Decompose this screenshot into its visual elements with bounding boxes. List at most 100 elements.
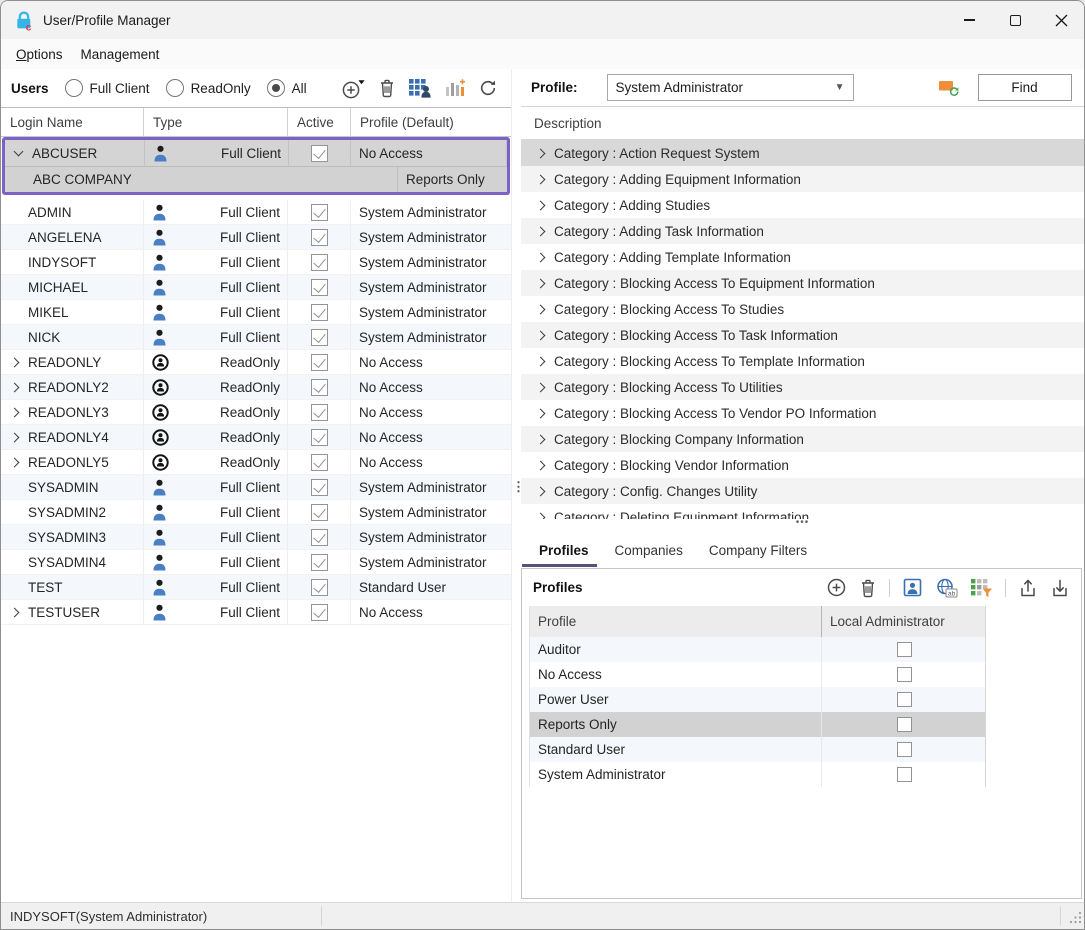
user-row-readonly2[interactable]: READONLY2ReadOnlyNo Access	[1, 375, 511, 400]
category-expander-icon[interactable]	[536, 174, 546, 184]
assign-users-button[interactable]	[408, 78, 432, 98]
user-row-mikel[interactable]: MIKELFull ClientSystem Administrator	[1, 300, 511, 325]
user-row-nick[interactable]: NICKFull ClientSystem Administrator	[1, 325, 511, 350]
category-expander-icon[interactable]	[536, 486, 546, 496]
category-expander-icon[interactable]	[536, 512, 546, 519]
user-row-michael[interactable]: MICHAELFull ClientSystem Administrator	[1, 275, 511, 300]
active-checkbox[interactable]	[311, 604, 328, 621]
row-expander-icon[interactable]	[10, 607, 20, 617]
user-row-test[interactable]: TESTFull ClientStandard User	[1, 575, 511, 600]
user-row-readonly4[interactable]: READONLY4ReadOnlyNo Access	[1, 425, 511, 450]
user-row-sysadmin4[interactable]: SYSADMIN4Full ClientSystem Administrator	[1, 550, 511, 575]
column-header-profile[interactable]: Profile	[530, 606, 822, 637]
category-row-2[interactable]: Category : Adding Studies	[521, 192, 1084, 218]
category-expander-icon[interactable]	[536, 460, 546, 470]
category-row-11[interactable]: Category : Blocking Company Information	[521, 426, 1084, 452]
category-row-13[interactable]: Category : Config. Changes Utility	[521, 478, 1084, 504]
profile-row-system-administrator[interactable]: System Administrator	[530, 762, 985, 787]
active-checkbox[interactable]	[311, 254, 328, 271]
filter-readonly[interactable]: ReadOnly	[166, 79, 251, 97]
active-checkbox[interactable]	[311, 204, 328, 221]
active-checkbox[interactable]	[311, 479, 328, 496]
category-row-6[interactable]: Category : Blocking Access To Studies	[521, 296, 1084, 322]
user-row-readonly5[interactable]: READONLY5ReadOnlyNo Access	[1, 450, 511, 475]
profile-dropdown[interactable]: System Administrator ▼	[607, 74, 854, 101]
close-button[interactable]	[1038, 1, 1084, 39]
active-checkbox[interactable]	[311, 145, 328, 162]
active-checkbox[interactable]	[311, 579, 328, 596]
category-expander-icon[interactable]	[536, 408, 546, 418]
category-expander-icon[interactable]	[536, 252, 546, 262]
active-checkbox[interactable]	[311, 279, 328, 296]
category-row-9[interactable]: Category : Blocking Access To Utilities	[521, 374, 1084, 400]
user-row-sysadmin3[interactable]: SYSADMIN3Full ClientSystem Administrator	[1, 525, 511, 550]
row-expander-icon[interactable]	[10, 457, 20, 467]
column-header-login-name[interactable]: Login Name	[1, 108, 144, 136]
active-checkbox[interactable]	[311, 404, 328, 421]
active-checkbox[interactable]	[311, 379, 328, 396]
vertical-splitter[interactable]: ⋮	[511, 69, 521, 902]
add-profile-button[interactable]	[826, 577, 847, 598]
tab-companies[interactable]: Companies	[602, 537, 696, 567]
tab-company-filters[interactable]: Company Filters	[696, 537, 820, 567]
resize-grip-icon[interactable]	[1069, 911, 1082, 927]
radio-icon[interactable]	[166, 79, 184, 97]
local-admin-checkbox[interactable]	[897, 692, 912, 707]
active-checkbox[interactable]	[311, 454, 328, 471]
user-row-readonly[interactable]: READONLYReadOnlyNo Access	[1, 350, 511, 375]
category-row-10[interactable]: Category : Blocking Access To Vendor PO …	[521, 400, 1084, 426]
active-checkbox[interactable]	[311, 304, 328, 321]
active-checkbox[interactable]	[311, 504, 328, 521]
filter-all[interactable]: All	[267, 79, 307, 97]
category-row-1[interactable]: Category : Adding Equipment Information	[521, 166, 1084, 192]
profile-row-power-user[interactable]: Power User	[530, 687, 985, 712]
maximize-button[interactable]	[992, 1, 1038, 39]
category-row-3[interactable]: Category : Adding Task Information	[521, 218, 1084, 244]
category-expander-icon[interactable]	[536, 304, 546, 314]
tab-profiles[interactable]: Profiles	[521, 537, 602, 567]
user-permissions-button[interactable]	[902, 578, 923, 597]
import-button[interactable]	[1050, 578, 1070, 598]
delete-user-button[interactable]	[378, 78, 396, 98]
user-row-admin[interactable]: ADMINFull ClientSystem Administrator	[1, 200, 511, 225]
user-row-sysadmin2[interactable]: SYSADMIN2Full ClientSystem Administrator	[1, 500, 511, 525]
category-row-7[interactable]: Category : Blocking Access To Task Infor…	[521, 322, 1084, 348]
local-admin-checkbox[interactable]	[897, 717, 912, 732]
row-expander-icon[interactable]	[14, 147, 24, 157]
globe-rename-button[interactable]: ab	[935, 578, 958, 598]
row-expander-icon[interactable]	[10, 432, 20, 442]
manage-columns-button[interactable]	[444, 78, 466, 98]
local-admin-checkbox[interactable]	[897, 667, 912, 682]
active-checkbox[interactable]	[311, 229, 328, 246]
category-expander-icon[interactable]	[536, 356, 546, 366]
grid-filter-button[interactable]	[970, 578, 993, 598]
profile-row-standard-user[interactable]: Standard User	[530, 737, 985, 762]
sync-profile-button[interactable]	[938, 78, 961, 97]
column-header-active[interactable]: Active	[288, 108, 351, 136]
category-row-4[interactable]: Category : Adding Template Information	[521, 244, 1084, 270]
category-expander-icon[interactable]	[536, 434, 546, 444]
column-header-profile-default[interactable]: Profile (Default)	[351, 108, 511, 136]
minimize-button[interactable]	[946, 1, 992, 39]
export-button[interactable]	[1018, 578, 1038, 598]
radio-icon[interactable]	[267, 79, 285, 97]
active-checkbox[interactable]	[311, 554, 328, 571]
profile-row-no-access[interactable]: No Access	[530, 662, 985, 687]
user-row-angelena[interactable]: ANGELENAFull ClientSystem Administrator	[1, 225, 511, 250]
local-admin-checkbox[interactable]	[897, 642, 912, 657]
active-checkbox[interactable]	[311, 354, 328, 371]
category-row-0[interactable]: Category : Action Request System	[521, 140, 1084, 166]
profile-row-auditor[interactable]: Auditor	[530, 637, 985, 662]
menu-item-management[interactable]: Management	[72, 43, 169, 66]
profile-row-reports-only[interactable]: Reports Only	[530, 712, 985, 737]
column-header-local-administrator[interactable]: Local Administrator	[822, 606, 986, 637]
category-expander-icon[interactable]	[536, 226, 546, 236]
find-button[interactable]: Find	[978, 74, 1072, 101]
active-checkbox[interactable]	[311, 429, 328, 446]
category-row-8[interactable]: Category : Blocking Access To Template I…	[521, 348, 1084, 374]
user-row-abcuser[interactable]: ABCUSERFull ClientNo Access	[5, 140, 507, 166]
row-expander-icon[interactable]	[10, 382, 20, 392]
delete-profile-button[interactable]	[859, 578, 877, 598]
category-expander-icon[interactable]	[536, 382, 546, 392]
active-checkbox[interactable]	[311, 529, 328, 546]
